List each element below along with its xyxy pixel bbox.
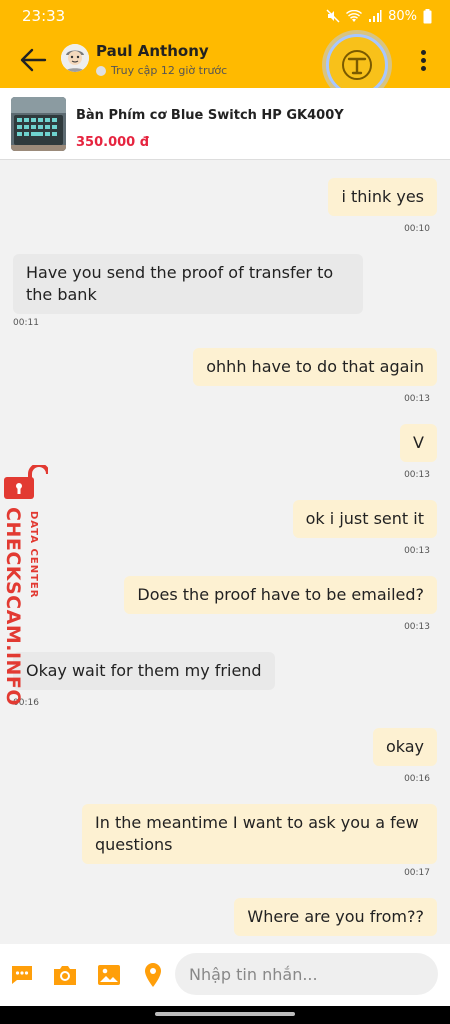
- avatar[interactable]: [61, 44, 89, 72]
- back-button[interactable]: [18, 46, 48, 74]
- assist-t-icon: [342, 50, 372, 80]
- keyboard-photo-icon: [11, 97, 66, 151]
- status-icons: 80%: [326, 8, 432, 24]
- message-bubble-outgoing[interactable]: ok i just sent it: [292, 500, 437, 538]
- battery-icon: [423, 8, 432, 24]
- status-bar: 23:33 80%: [0, 0, 450, 32]
- chat-bubble-icon: [12, 966, 32, 984]
- message-bubble-outgoing[interactable]: V: [400, 424, 437, 462]
- message-bubble-outgoing[interactable]: i think yes: [328, 178, 437, 216]
- message-bubble-incoming[interactable]: Okay wait for them my friend: [13, 652, 275, 690]
- message-time: 00:16: [404, 774, 430, 784]
- camera-icon: [54, 966, 76, 985]
- message-time: 00:13: [404, 622, 430, 632]
- wifi-icon: [346, 9, 363, 23]
- message-bubble-outgoing[interactable]: ohhh have to do that again: [193, 348, 437, 386]
- chat-header: Paul Anthony Truy cập 12 giờ trước: [0, 32, 450, 96]
- product-thumbnail: [11, 97, 66, 151]
- mute-icon: [326, 9, 340, 23]
- message-bubble-outgoing[interactable]: Does the proof have to be emailed?: [124, 576, 437, 614]
- location-pin-icon: [145, 963, 161, 987]
- watermark-brand: CHECKSCAM.INFO: [2, 507, 24, 707]
- presence-status: Truy cập 12 giờ trước: [96, 64, 227, 77]
- home-indicator[interactable]: [155, 1012, 295, 1016]
- product-card[interactable]: Bàn Phím cơ Blue Switch HP GK400Y 350.00…: [0, 88, 450, 160]
- message-bubble-outgoing[interactable]: Where are you from??: [234, 898, 437, 936]
- more-menu-button[interactable]: [412, 46, 434, 74]
- image-icon: [98, 965, 120, 985]
- location-button[interactable]: [139, 961, 167, 989]
- checkscam-watermark: CHECKSCAM.INFO DATA CENTER: [2, 465, 50, 706]
- message-time: 00:13: [404, 546, 430, 556]
- padlock-icon: [4, 465, 48, 499]
- product-price: 350.000 đ: [76, 135, 150, 150]
- message-input[interactable]: [175, 953, 438, 995]
- system-nav-bar: [0, 1006, 450, 1024]
- signal-icon: [368, 9, 382, 23]
- message-time: 00:17: [404, 868, 430, 878]
- camera-button[interactable]: [51, 961, 79, 989]
- message-time: 00:13: [404, 394, 430, 404]
- watermark-subtitle: DATA CENTER: [28, 511, 39, 599]
- product-title: Bàn Phím cơ Blue Switch HP GK400Y: [76, 108, 344, 123]
- message-time: 00:13: [404, 470, 430, 480]
- message-bubble-incoming[interactable]: Have you send the proof of transfer to t…: [13, 254, 363, 314]
- message-bubble-outgoing[interactable]: okay: [372, 728, 437, 766]
- floating-assist-button[interactable]: [326, 34, 388, 96]
- presence-text: Truy cập 12 giờ trước: [111, 64, 228, 77]
- message-time: 00:10: [404, 224, 430, 234]
- avatar-person-icon: [61, 44, 89, 72]
- message-input-bar: [0, 944, 450, 1006]
- more-vertical-icon: [420, 49, 426, 55]
- message-bubble-outgoing[interactable]: In the meantime I want to ask you a few …: [82, 804, 437, 864]
- status-time: 23:33: [22, 7, 66, 25]
- gallery-button[interactable]: [95, 961, 123, 989]
- presence-dot-icon: [96, 65, 106, 76]
- battery-percent: 80%: [388, 8, 417, 24]
- message-time: 00:11: [13, 318, 39, 328]
- message-list[interactable]: i think yes 00:10 Have you send the proo…: [0, 160, 450, 940]
- contact-name[interactable]: Paul Anthony: [96, 42, 209, 60]
- quick-reply-button[interactable]: [8, 961, 36, 989]
- arrow-left-icon: [20, 48, 47, 72]
